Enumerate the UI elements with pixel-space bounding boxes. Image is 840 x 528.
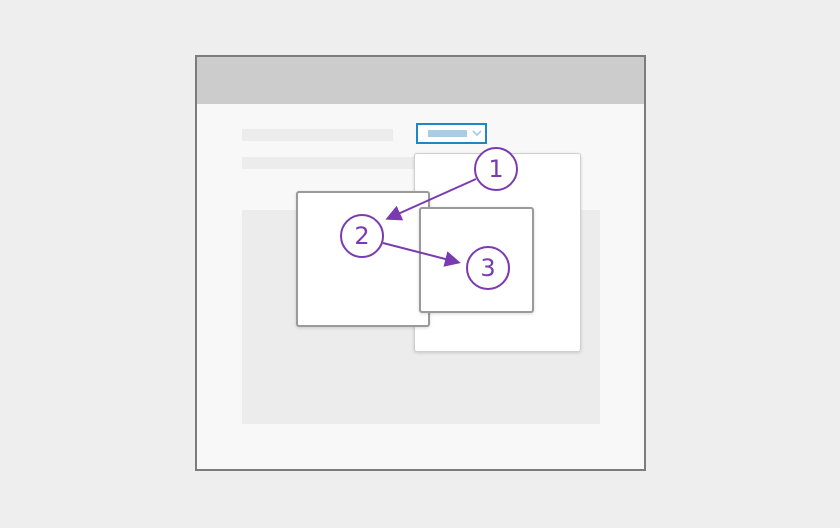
arrow-icon — [382, 242, 461, 267]
step-marker-1: 1 — [474, 147, 518, 191]
step-number: 2 — [354, 222, 369, 250]
step-marker-3: 3 — [466, 246, 510, 290]
step-annotations: 1 2 3 — [340, 147, 518, 290]
step-marker-2: 2 — [340, 214, 384, 258]
step-number: 1 — [488, 155, 503, 183]
arrow-icon — [385, 178, 477, 221]
step-number: 3 — [480, 254, 495, 282]
